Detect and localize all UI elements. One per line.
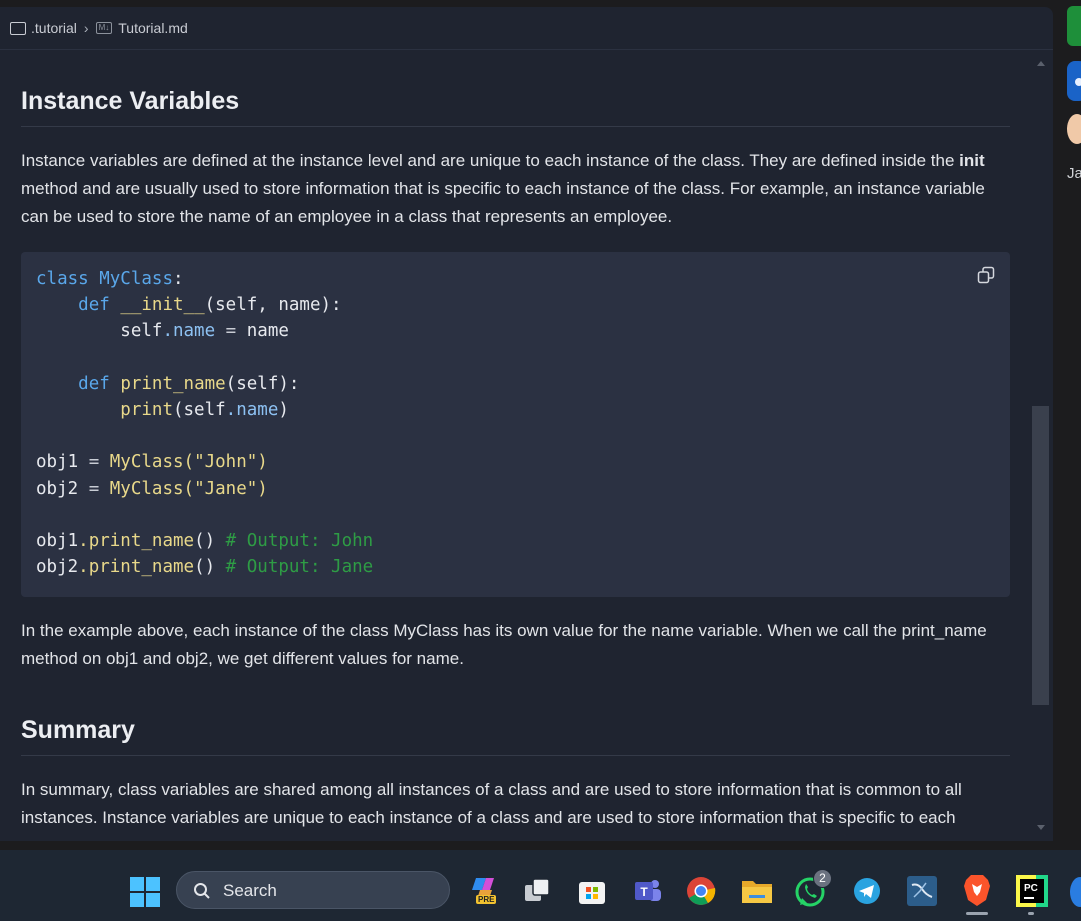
taskbar-search-box[interactable]: Search	[176, 871, 450, 909]
pycharm-icon[interactable]: PC	[1016, 875, 1048, 907]
svg-text:PC: PC	[1024, 883, 1038, 894]
paragraph-summary: In summary, class variables are shared a…	[21, 780, 962, 827]
blue-app-dot	[1075, 78, 1081, 86]
green-app-icon[interactable]	[1067, 6, 1081, 46]
heading-summary: Summary	[21, 716, 1010, 756]
whatsapp-icon[interactable]: 2	[794, 869, 832, 914]
markdown-icon: M↓	[95, 22, 113, 34]
avatar[interactable]	[1067, 114, 1081, 144]
task-view-icon[interactable]	[523, 877, 551, 905]
side-panel-text: Ja	[1067, 165, 1081, 182]
breadcrumb: .tutorial › M↓ Tutorial.md	[0, 7, 1053, 50]
folder-icon	[10, 21, 26, 35]
scroll-down-arrow-icon[interactable]	[1037, 825, 1045, 830]
paragraph-instance-intro: Instance variables are defined at the in…	[21, 151, 985, 226]
scroll-up-arrow-icon[interactable]	[1037, 61, 1045, 66]
whatsapp-notification-badge: 2	[813, 869, 832, 888]
copilot-badge: PRE	[476, 895, 497, 904]
teams-icon[interactable]: T	[633, 876, 663, 906]
breadcrumb-folder[interactable]: .tutorial	[31, 20, 77, 36]
chrome-icon[interactable]	[686, 876, 716, 906]
copilot-icon[interactable]: PRE	[468, 875, 498, 910]
paragraph-example-explanation: In the example above, each instance of t…	[21, 621, 987, 668]
telegram-icon[interactable]	[853, 877, 881, 905]
microsoft-store-icon[interactable]	[578, 876, 606, 906]
search-icon	[194, 883, 210, 899]
brave-running-indicator	[966, 912, 988, 915]
markdown-preview-pane: .tutorial › M↓ Tutorial.md Instance Vari…	[0, 7, 1053, 841]
search-label: Search	[223, 881, 277, 900]
bold-init: init	[959, 151, 985, 170]
code-block: class MyClass: def __init__(self, name):…	[21, 252, 1010, 597]
svg-text:T: T	[640, 885, 648, 899]
taskbar: Search PRE T 2 PC	[0, 850, 1081, 921]
partial-app-icon[interactable]	[1070, 877, 1081, 907]
database-workbench-icon[interactable]	[906, 875, 938, 907]
file-explorer-icon[interactable]	[741, 877, 773, 905]
scrollbar-thumb[interactable]	[1032, 406, 1049, 705]
pycharm-running-indicator	[1028, 912, 1034, 915]
breadcrumb-file[interactable]: Tutorial.md	[118, 20, 188, 36]
windows-start-icon[interactable]	[130, 877, 160, 907]
breadcrumb-separator: ›	[83, 20, 89, 36]
heading-instance-variables: Instance Variables	[21, 87, 1010, 127]
code-text: class MyClass: def __init__(self, name):…	[36, 269, 374, 578]
brave-browser-icon[interactable]	[962, 874, 992, 907]
copy-icon[interactable]	[977, 266, 995, 284]
